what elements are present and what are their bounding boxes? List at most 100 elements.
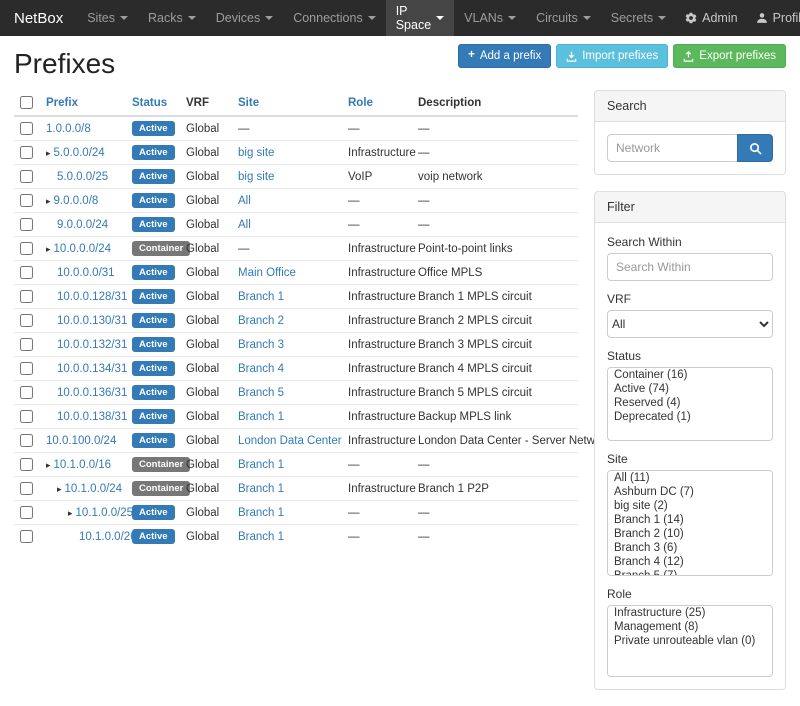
filter-option[interactable]: Reserved (4) bbox=[608, 396, 772, 410]
nav-item-connections[interactable]: Connections bbox=[283, 0, 386, 36]
brand-logo[interactable]: NetBox bbox=[0, 0, 77, 36]
site-link[interactable]: big site bbox=[238, 171, 274, 183]
row-checkbox[interactable] bbox=[20, 290, 33, 303]
prefix-link[interactable]: 10.1.0.0/25 bbox=[76, 507, 134, 519]
site-link[interactable]: Branch 5 bbox=[238, 387, 284, 399]
prefix-link[interactable]: 10.0.0.138/31 bbox=[57, 411, 127, 423]
prefix-link[interactable]: 9.0.0.0/8 bbox=[54, 195, 99, 207]
prefix-link[interactable]: 10.0.0.130/31 bbox=[57, 315, 127, 327]
column-header-prefix[interactable]: Prefix bbox=[40, 90, 126, 116]
row-checkbox[interactable] bbox=[20, 530, 33, 543]
prefix-link[interactable]: 10.1.0.0/26 bbox=[79, 531, 137, 543]
filter-option[interactable]: Branch 3 (6) bbox=[608, 541, 772, 555]
site-link[interactable]: Branch 1 bbox=[238, 507, 284, 519]
column-header-status[interactable]: Status bbox=[126, 90, 180, 116]
filter-option[interactable]: Branch 1 (14) bbox=[608, 513, 772, 527]
prefix-link[interactable]: 5.0.0.0/25 bbox=[57, 171, 108, 183]
column-header-site[interactable]: Site bbox=[232, 90, 342, 116]
filter-option[interactable]: All (11) bbox=[608, 471, 772, 485]
site-link[interactable]: Main Office bbox=[238, 267, 296, 279]
row-checkbox[interactable] bbox=[20, 218, 33, 231]
site-link[interactable]: Branch 1 bbox=[238, 291, 284, 303]
nav-item-profile[interactable]: Profile bbox=[747, 0, 800, 36]
nav-item-admin[interactable]: Admin bbox=[676, 0, 746, 36]
prefix-link[interactable]: 10.0.100.0/24 bbox=[46, 435, 116, 447]
column-header-role[interactable]: Role bbox=[342, 90, 412, 116]
filter-option[interactable]: Branch 2 (10) bbox=[608, 527, 772, 541]
site-link[interactable]: Branch 1 bbox=[238, 483, 284, 495]
nav-item-racks[interactable]: Racks bbox=[138, 0, 206, 36]
site-link[interactable]: Branch 1 bbox=[238, 459, 284, 471]
site-link[interactable]: Branch 2 bbox=[238, 315, 284, 327]
row-checkbox[interactable] bbox=[20, 266, 33, 279]
site-link[interactable]: big site bbox=[238, 147, 274, 159]
prefix-link[interactable]: 10.0.0.0/31 bbox=[57, 267, 115, 279]
expand-caret-icon[interactable]: ▸ bbox=[46, 196, 51, 206]
prefix-link[interactable]: 10.0.0.136/31 bbox=[57, 387, 127, 399]
row-checkbox[interactable] bbox=[20, 434, 33, 447]
filter-option[interactable]: Active (74) bbox=[608, 382, 772, 396]
prefix-link[interactable]: 10.0.0.132/31 bbox=[57, 339, 127, 351]
filter-option[interactable]: Container (16) bbox=[608, 368, 772, 382]
site-link[interactable]: Branch 1 bbox=[238, 531, 284, 543]
vrf-select[interactable]: All bbox=[607, 310, 773, 338]
filter-option[interactable]: Private unrouteable vlan (0) bbox=[608, 634, 772, 648]
site-link[interactable]: Branch 1 bbox=[238, 411, 284, 423]
site-link[interactable]: All bbox=[238, 219, 251, 231]
prefix-link[interactable]: 10.1.0.0/24 bbox=[65, 483, 123, 495]
row-checkbox[interactable] bbox=[20, 386, 33, 399]
expand-caret-icon[interactable]: ▸ bbox=[46, 148, 51, 158]
row-checkbox[interactable] bbox=[20, 338, 33, 351]
row-checkbox[interactable] bbox=[20, 458, 33, 471]
nav-item-devices[interactable]: Devices bbox=[206, 0, 283, 36]
add-prefix-button[interactable]: + Add a prefix bbox=[458, 44, 551, 68]
site-link[interactable]: Branch 3 bbox=[238, 339, 284, 351]
prefix-link[interactable]: 5.0.0.0/24 bbox=[54, 147, 105, 159]
row-checkbox[interactable] bbox=[20, 122, 33, 135]
prefix-link[interactable]: 9.0.0.0/24 bbox=[57, 219, 108, 231]
nav-item-vlans[interactable]: VLANs bbox=[454, 0, 526, 36]
import-prefixes-button[interactable]: Import prefixes bbox=[556, 44, 668, 68]
prefix-link[interactable]: 10.0.0.128/31 bbox=[57, 291, 127, 303]
filter-option[interactable]: Infrastructure (25) bbox=[608, 606, 772, 620]
row-checkbox[interactable] bbox=[20, 170, 33, 183]
filter-option[interactable]: Ashburn DC (7) bbox=[608, 485, 772, 499]
expand-caret-icon[interactable]: ▸ bbox=[68, 508, 73, 518]
site-cell: Branch 1 bbox=[232, 453, 342, 477]
row-checkbox[interactable] bbox=[20, 410, 33, 423]
row-checkbox[interactable] bbox=[20, 482, 33, 495]
search-within-input[interactable] bbox=[607, 253, 773, 281]
nav-item-ip-space[interactable]: IP Space bbox=[386, 0, 454, 36]
prefix-cell: ▸5.0.0.0/24 bbox=[40, 141, 126, 165]
site-link[interactable]: London Data Center bbox=[238, 435, 342, 447]
filter-option[interactable]: Branch 4 (12) bbox=[608, 555, 772, 569]
role-multiselect[interactable]: Infrastructure (25)Management (8)Private… bbox=[607, 605, 773, 677]
site-link[interactable]: All bbox=[238, 195, 251, 207]
filter-option[interactable]: Management (8) bbox=[608, 620, 772, 634]
nav-item-circuits[interactable]: Circuits bbox=[526, 0, 601, 36]
expand-caret-icon[interactable]: ▸ bbox=[46, 460, 51, 470]
row-checkbox[interactable] bbox=[20, 314, 33, 327]
row-checkbox[interactable] bbox=[20, 146, 33, 159]
search-button[interactable] bbox=[737, 134, 773, 162]
row-checkbox[interactable] bbox=[20, 506, 33, 519]
site-link[interactable]: Branch 4 bbox=[238, 363, 284, 375]
status-multiselect[interactable]: Container (16)Active (74)Reserved (4)Dep… bbox=[607, 367, 773, 441]
nav-item-sites[interactable]: Sites bbox=[77, 0, 138, 36]
export-prefixes-button[interactable]: Export prefixes bbox=[673, 44, 786, 68]
row-checkbox[interactable] bbox=[20, 362, 33, 375]
expand-caret-icon[interactable]: ▸ bbox=[46, 244, 51, 254]
prefix-link[interactable]: 10.0.0.134/31 bbox=[57, 363, 127, 375]
prefix-link[interactable]: 1.0.0.0/8 bbox=[46, 123, 91, 135]
filter-option[interactable]: Deprecated (1) bbox=[608, 410, 772, 424]
search-input[interactable] bbox=[607, 134, 737, 162]
row-checkbox[interactable] bbox=[20, 242, 33, 255]
row-checkbox[interactable] bbox=[20, 194, 33, 207]
filter-option[interactable]: Branch 5 (7) bbox=[608, 569, 772, 576]
nav-item-secrets[interactable]: Secrets bbox=[601, 0, 676, 36]
select-all-checkbox[interactable] bbox=[20, 96, 33, 109]
prefix-link[interactable]: 10.1.0.0/16 bbox=[54, 459, 112, 471]
site-multiselect[interactable]: All (11)Ashburn DC (7)big site (2)Branch… bbox=[607, 470, 773, 576]
expand-caret-icon[interactable]: ▸ bbox=[57, 484, 62, 494]
prefix-link[interactable]: 10.0.0.0/24 bbox=[54, 243, 112, 255]
